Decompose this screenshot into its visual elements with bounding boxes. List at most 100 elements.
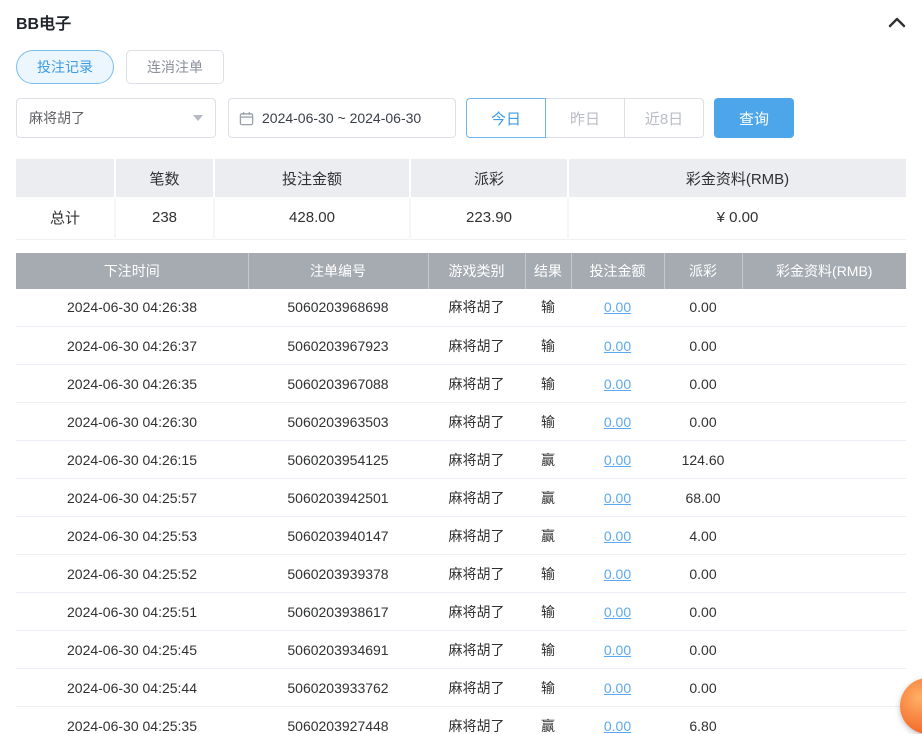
order-number-cell: 5060203938617: [248, 592, 428, 631]
game-select[interactable]: 麻将胡了: [16, 98, 216, 138]
bet-time-cell: 2024-06-30 04:25:57: [16, 478, 248, 517]
table-row: 2024-06-30 04:25:35 5060203927448 麻将胡了 赢…: [16, 706, 906, 734]
jackpot-cell: [742, 478, 906, 517]
bet-amount-cell: 0.00: [571, 554, 664, 593]
result-cell: 赢: [525, 516, 571, 555]
bet-amount-link[interactable]: 0.00: [604, 680, 631, 696]
bet-amount-link[interactable]: 0.00: [604, 452, 631, 468]
bet-amount-link[interactable]: 0.00: [604, 528, 631, 544]
bet-amount-cell: 0.00: [571, 440, 664, 479]
game-category-cell: 麻将胡了: [428, 706, 525, 734]
date-range-input[interactable]: 2024-06-30 ~ 2024-06-30: [228, 98, 456, 138]
order-number-cell: 5060203933762: [248, 668, 428, 707]
bet-amount-link[interactable]: 0.00: [604, 376, 631, 392]
payout-cell: 0.00: [664, 554, 742, 593]
order-number-cell: 5060203967088: [248, 364, 428, 403]
game-category-cell: 麻将胡了: [428, 478, 525, 517]
jackpot-cell: [742, 554, 906, 593]
result-cell: 输: [525, 592, 571, 631]
summary-col-blank: [16, 159, 116, 197]
jackpot-cell: [742, 326, 906, 365]
summary-total-payout: 223.90: [410, 197, 569, 240]
table-row: 2024-06-30 04:26:38 5060203968698 麻将胡了 输…: [16, 288, 906, 327]
bet-amount-link[interactable]: 0.00: [604, 718, 631, 734]
payout-cell: 124.60: [664, 440, 742, 479]
summary-table: 笔数 投注金额 派彩 彩金资料(RMB) 总计 238 428.00 223.9…: [16, 159, 906, 240]
bet-amount-cell: 0.00: [571, 592, 664, 631]
summary-col-bet-amount: 投注金额: [214, 159, 411, 197]
bet-amount-cell: 0.00: [571, 706, 664, 734]
order-number-cell: 5060203939378: [248, 554, 428, 593]
result-cell: 输: [525, 668, 571, 707]
order-number-cell: 5060203942501: [248, 478, 428, 517]
records-table: 下注时间 注单编号 游戏类别 结果 投注金额 派彩 彩金资料(RMB) 2024…: [16, 252, 906, 734]
jackpot-cell: [742, 516, 906, 555]
col-game-category: 游戏类别: [428, 252, 526, 289]
table-row: 2024-06-30 04:26:35 5060203967088 麻将胡了 输…: [16, 364, 906, 403]
search-button[interactable]: 查询: [714, 98, 794, 138]
jackpot-cell: [742, 288, 906, 327]
chevron-up-icon[interactable]: [888, 16, 906, 28]
game-category-cell: 麻将胡了: [428, 364, 525, 403]
bet-time-cell: 2024-06-30 04:26:30: [16, 402, 248, 441]
bet-amount-link[interactable]: 0.00: [604, 642, 631, 658]
summary-col-payout: 派彩: [410, 159, 569, 197]
col-bet-amount: 投注金额: [571, 252, 665, 289]
bet-time-cell: 2024-06-30 04:25:53: [16, 516, 248, 555]
quick-last8days-button[interactable]: 近8日: [624, 98, 704, 138]
calendar-icon: [239, 111, 254, 125]
bet-time-cell: 2024-06-30 04:26:37: [16, 326, 248, 365]
table-row: 2024-06-30 04:25:53 5060203940147 麻将胡了 赢…: [16, 516, 906, 555]
table-row: 2024-06-30 04:25:44 5060203933762 麻将胡了 输…: [16, 668, 906, 707]
game-category-cell: 麻将胡了: [428, 288, 525, 327]
chevron-down-icon: [193, 115, 203, 121]
game-category-cell: 麻将胡了: [428, 440, 525, 479]
result-cell: 输: [525, 630, 571, 669]
summary-header-row: 笔数 投注金额 派彩 彩金资料(RMB): [16, 159, 906, 197]
bet-amount-link[interactable]: 0.00: [604, 604, 631, 620]
bet-amount-link[interactable]: 0.00: [604, 566, 631, 582]
jackpot-cell: [742, 402, 906, 441]
bet-amount-cell: 0.00: [571, 630, 664, 669]
order-number-cell: 5060203954125: [248, 440, 428, 479]
game-category-cell: 麻将胡了: [428, 668, 525, 707]
bet-time-cell: 2024-06-30 04:25:35: [16, 706, 248, 734]
table-row: 2024-06-30 04:25:57 5060203942501 麻将胡了 赢…: [16, 478, 906, 517]
summary-col-count: 笔数: [115, 159, 215, 197]
bet-amount-link[interactable]: 0.00: [604, 299, 631, 315]
result-cell: 赢: [525, 440, 571, 479]
bet-amount-link[interactable]: 0.00: [604, 414, 631, 430]
tab-cancelled-orders[interactable]: 连消注单: [126, 50, 224, 84]
result-cell: 赢: [525, 706, 571, 734]
bet-time-cell: 2024-06-30 04:26:15: [16, 440, 248, 479]
payout-cell: 0.00: [664, 364, 742, 403]
page-header: BB电子: [16, 8, 906, 36]
jackpot-cell: [742, 668, 906, 707]
game-category-cell: 麻将胡了: [428, 592, 525, 631]
result-cell: 输: [525, 554, 571, 593]
bet-time-cell: 2024-06-30 04:26:35: [16, 364, 248, 403]
summary-total-bet-amount: 428.00: [214, 197, 411, 240]
order-number-cell: 5060203963503: [248, 402, 428, 441]
payout-cell: 0.00: [664, 402, 742, 441]
game-category-cell: 麻将胡了: [428, 630, 525, 669]
bet-time-cell: 2024-06-30 04:25:52: [16, 554, 248, 593]
col-jackpot: 彩金资料(RMB): [742, 252, 906, 289]
bet-amount-link[interactable]: 0.00: [604, 338, 631, 354]
summary-total-count: 238: [115, 197, 215, 240]
quick-yesterday-button[interactable]: 昨日: [545, 98, 625, 138]
page: BB电子 投注记录 连消注单 麻将胡了 2024-06-30 ~ 2024-06…: [0, 0, 922, 734]
payout-cell: 0.00: [664, 668, 742, 707]
quick-today-button[interactable]: 今日: [466, 98, 546, 138]
order-number-cell: 5060203968698: [248, 288, 428, 327]
col-order-number: 注单编号: [248, 252, 429, 289]
tab-bet-records[interactable]: 投注记录: [16, 50, 114, 84]
result-cell: 输: [525, 326, 571, 365]
jackpot-cell: [742, 630, 906, 669]
bet-amount-cell: 0.00: [571, 326, 664, 365]
table-row: 2024-06-30 04:26:15 5060203954125 麻将胡了 赢…: [16, 440, 906, 479]
payout-cell: 6.80: [664, 706, 742, 734]
filter-bar: 麻将胡了 2024-06-30 ~ 2024-06-30 今日 昨日 近8日 查…: [16, 98, 906, 138]
jackpot-cell: [742, 364, 906, 403]
bet-amount-link[interactable]: 0.00: [604, 490, 631, 506]
